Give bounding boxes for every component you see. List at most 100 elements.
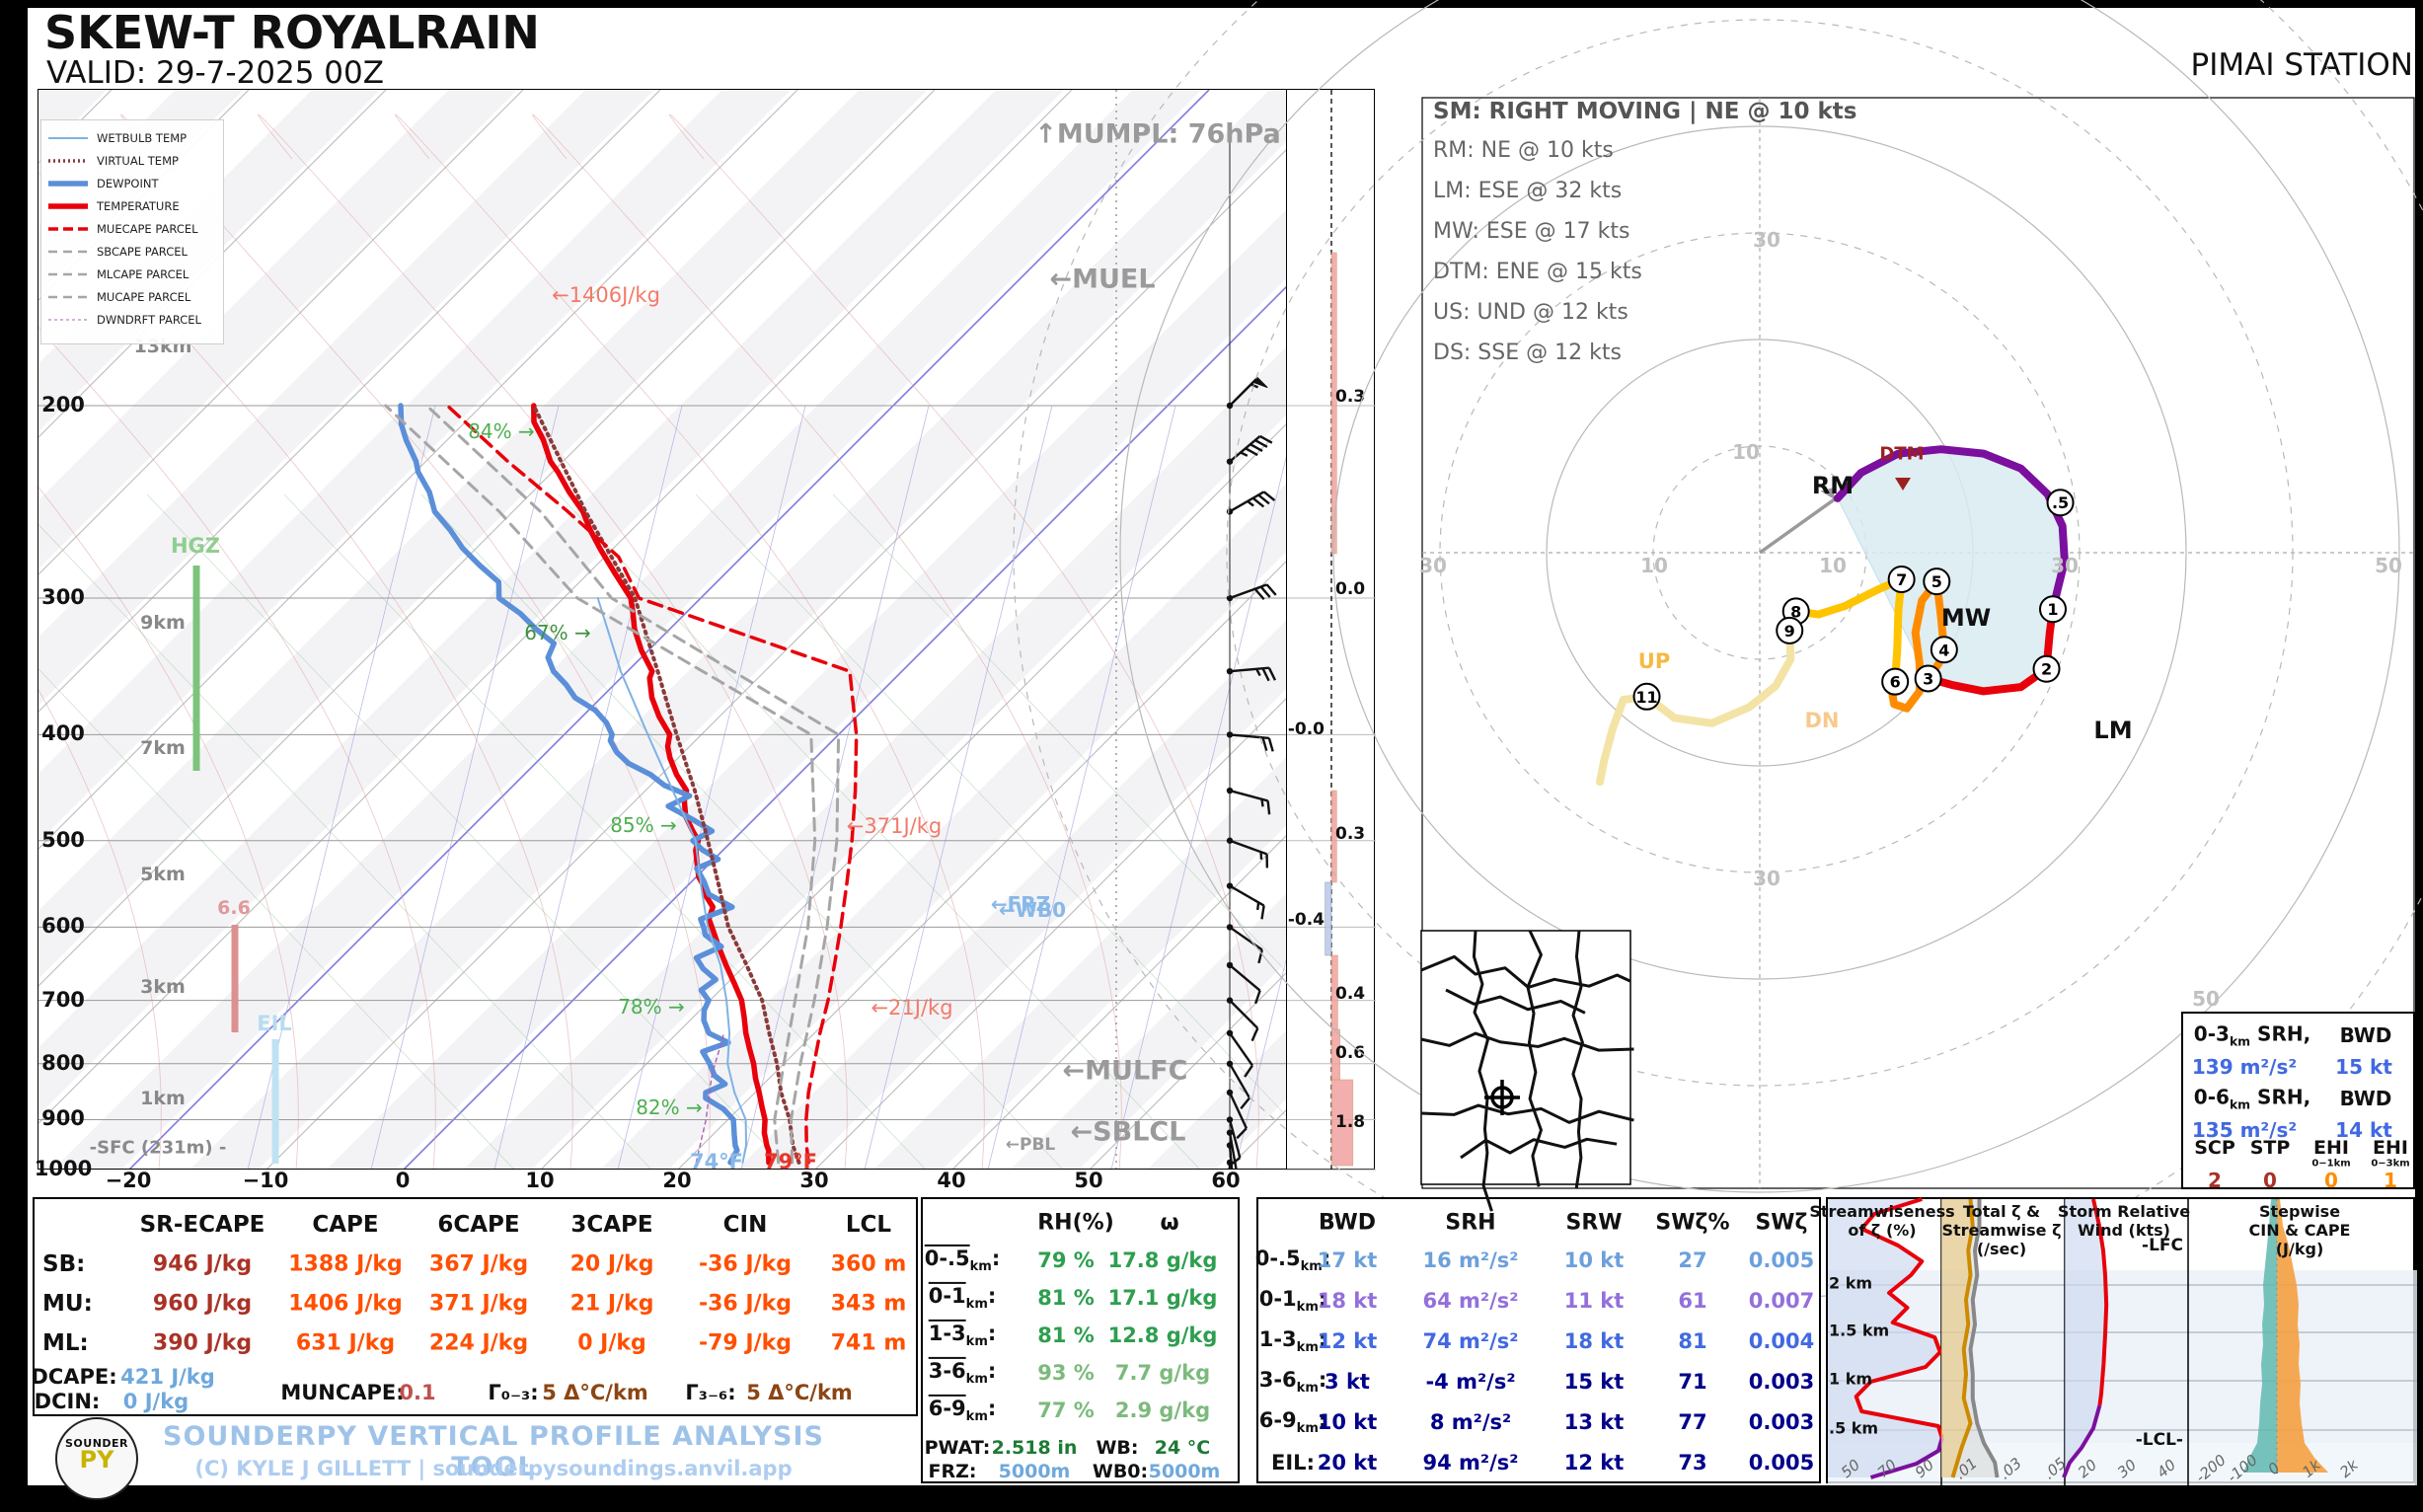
hodo-marker-3: 3 [1914,664,1942,693]
omega-canvas: 0.30.0-0.00.3-0.40.40.61.8 [1287,90,1376,1171]
skewt-annotation: ←SBLCL [1070,1116,1186,1148]
shear-table: BWD SRH SRW SWζ% SWζ 0-.5km: 17 kt 16 m²/s² 10 k… [1255,1197,1821,1483]
rh-value: 93 % [1037,1361,1095,1385]
wind-barb [1226,666,1277,682]
legend-line-sample [48,158,88,163]
rh-header: RH(%) [1037,1210,1114,1236]
rh-value: 79 % [1037,1248,1095,1272]
pressure-tick-label: 400 [41,721,85,746]
shear-row-label: 3-6km: [1258,1367,1327,1397]
hodo-label-rm: RM [1811,472,1855,499]
lfc-label: -LFC [2142,1236,2183,1255]
rh-value: 77 % [1037,1399,1095,1422]
thermo-value: -36 J/kg [698,1291,793,1317]
dcin-value: 0 J/kg [122,1390,189,1413]
wind-barb [1226,787,1271,815]
storm-motion-line: DTM: ENE @ 15 kts [1433,260,1642,284]
svg-text:7: 7 [1896,570,1907,589]
storm-motion-line: DS: SSE @ 12 kts [1433,340,1622,365]
svg-text:2: 2 [2041,660,2052,679]
index-sub: 0−1km [2311,1158,2351,1170]
legend-item-label: MUCAPE PARCEL [97,289,191,304]
pressure-tick-label: 600 [41,914,85,939]
temp-tick-label: 40 [937,1169,966,1192]
skewt-annotation: ←1406J/kg [552,283,660,307]
skewt-annotation: 6.6 [217,897,251,919]
swz-pct-value: 27 [1678,1248,1707,1272]
legend-item: MUECAPE PARCEL [47,217,219,240]
ring-label: 10 [1640,554,1668,577]
lapse-3-6-value: 5 Δ°C/km [746,1381,853,1404]
skewt-annotation: 74°F [689,1150,744,1173]
legend-line-sample [48,272,88,275]
storm-motion-title: SM: RIGHT MOVING | NE @ 10 kts [1433,99,1857,124]
ring-label: 30 [1419,554,1447,577]
profile-dewpoint [398,403,740,1166]
dcin-label: DCIN: [34,1390,101,1413]
ring-label: 10 [1732,440,1760,464]
index-value: 1 [2384,1169,2397,1192]
index-value: 2 [2208,1169,2222,1192]
legend-line-sample [48,319,88,320]
lapse-0-3-value: 5 Δ°C/km [542,1381,648,1404]
bwd-value: 10 kt [1317,1410,1378,1434]
svg-text:9: 9 [1784,622,1795,641]
pwat-label: PWAT: [924,1437,991,1459]
swz-value: 0.005 [1748,1248,1815,1272]
panel-title: Stepwise CIN & CAPE (J/kg) [2248,1202,2351,1258]
hodo-marker-9: 9 [1776,616,1804,644]
index-sub: 0−3km [2371,1158,2410,1170]
moisture-table: RH(%) ω 0-.5km: 79 % 17.8 g/kg 0-1km: 81 % 17.1… [921,1197,1240,1483]
rh-value: 81 % [1037,1286,1095,1310]
temp-tick-label: −10 [242,1169,289,1192]
thermo-header: LCL [845,1212,892,1238]
svg-text:0.4: 0.4 [1335,984,1365,1004]
mixing-ratio-value: 2.9 g/kg [1114,1399,1211,1422]
index-value: 0 [2324,1169,2338,1192]
legend-item-label: TEMPERATURE [97,198,180,213]
temp-tick-label: −20 [105,1169,152,1192]
bwd-value: 18 kt [1317,1289,1378,1313]
legend-line-sample [48,202,88,209]
thermo-value: 0 J/kg [577,1330,646,1356]
legend-item: DWNDRFT PARCEL [47,308,219,331]
legend-line-sample [48,250,88,253]
thermo-value: 960 J/kg [152,1291,253,1317]
svg-text:3: 3 [1923,669,1933,688]
height-label: 3km [140,976,186,998]
srh-value: 8 m²/s² [1429,1410,1512,1434]
footer-credit: (C) KYLE J GILLETT | sounderpysoundings.… [194,1457,793,1480]
legend-line-sample [48,180,88,187]
thermo-value: 371 J/kg [428,1291,529,1317]
profile-sbcape-parcel [424,404,841,1165]
bwd-value: 17 kt [1317,1248,1378,1272]
skewt-annotation: ←PBL [1005,1135,1056,1155]
moisture-row-label: 0-1km: [928,1283,997,1313]
legend-item-label: DEWPOINT [97,176,159,190]
thermo-header: CIN [722,1212,768,1238]
srh-layer-label: 0-3km SRH, [2193,1021,2311,1049]
shear-header: SRH [1445,1210,1496,1236]
hodo-marker-11: 11 [1632,682,1661,711]
muncape-label: MUNCAPE: [280,1381,405,1404]
panel-title: Total ζ & Streamwise ζ (/sec) [1941,1202,2062,1258]
svg-text:5: 5 [1931,572,1942,591]
wind-barb [1226,376,1268,410]
legend-item: TEMPERATURE [47,194,219,217]
wind-barb [1226,1029,1253,1078]
height-label: 1km [140,1088,186,1109]
svg-text:11: 11 [1635,688,1657,707]
dcape-label: DCAPE: [31,1365,117,1389]
moisture-row-label: 6-9km: [928,1396,997,1425]
pressure-tick-label: 900 [41,1106,85,1131]
thermo-value: 1406 J/kg [288,1291,403,1317]
hodo-label-mw: MW [1940,604,1992,632]
legend-item: SBCAPE PARCEL [47,240,219,263]
thermo-value: 360 m [830,1251,907,1277]
srw-value: 12 kt [1563,1451,1625,1474]
temp-tick-label: 50 [1074,1169,1103,1192]
wb-label: WB: [1096,1437,1139,1459]
logo-text-bottom: PY [79,1446,114,1474]
swz-value: 0.005 [1748,1451,1815,1474]
moisture-row-label: 3-6km: [928,1358,997,1388]
